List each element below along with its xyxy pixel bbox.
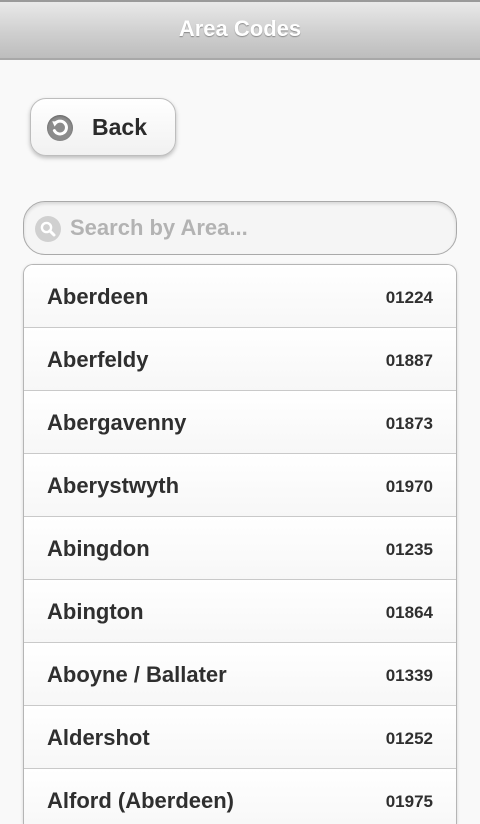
area-code: 01235 [385, 540, 433, 559]
area-name: Alford (Aberdeen) [47, 788, 234, 813]
area-code: 01975 [385, 792, 433, 811]
area-name: Aboyne / Ballater [47, 662, 227, 687]
back-button-label: Back [92, 114, 147, 140]
area-code: 01339 [385, 666, 433, 685]
area-code: 01873 [385, 414, 433, 433]
area-code: 01864 [385, 603, 433, 622]
back-button[interactable]: Back [30, 98, 176, 156]
area-code: 01252 [385, 729, 433, 748]
area-code: 01970 [385, 477, 433, 496]
back-arrow-icon [47, 115, 73, 141]
search-icon [35, 216, 61, 242]
area-name: Aldershot [47, 725, 150, 750]
list-item[interactable]: Abingdon 01235 [24, 517, 456, 580]
area-name: Aberdeen [47, 284, 149, 309]
area-name: Abergavenny [47, 410, 187, 435]
area-name: Aberfeldy [47, 347, 149, 372]
list-item[interactable]: Aberfeldy 01887 [24, 328, 456, 391]
area-code: 01224 [385, 288, 433, 307]
list-item[interactable]: Aberdeen 01224 [24, 265, 456, 328]
area-name: Abington [47, 599, 144, 624]
header-bar: Area Codes [0, 0, 480, 60]
list-item[interactable]: Aberystwyth 01970 [24, 454, 456, 517]
area-name: Aberystwyth [47, 473, 180, 498]
area-code-list: Aberdeen 01224 Aberfeldy 01887 Abergaven… [23, 264, 457, 824]
area-name: Abingdon [47, 536, 150, 561]
search-input[interactable] [70, 210, 440, 246]
list-item[interactable]: Aboyne / Ballater 01339 [24, 643, 456, 706]
area-code: 01887 [385, 351, 433, 370]
list-item[interactable]: Aldershot 01252 [24, 706, 456, 769]
list-item[interactable]: Abergavenny 01873 [24, 391, 456, 454]
list-item[interactable]: Alford (Aberdeen) 01975 [24, 769, 456, 824]
page-title: Area Codes [178, 16, 302, 41]
search-box[interactable] [23, 201, 457, 255]
list-item[interactable]: Abington 01864 [24, 580, 456, 643]
